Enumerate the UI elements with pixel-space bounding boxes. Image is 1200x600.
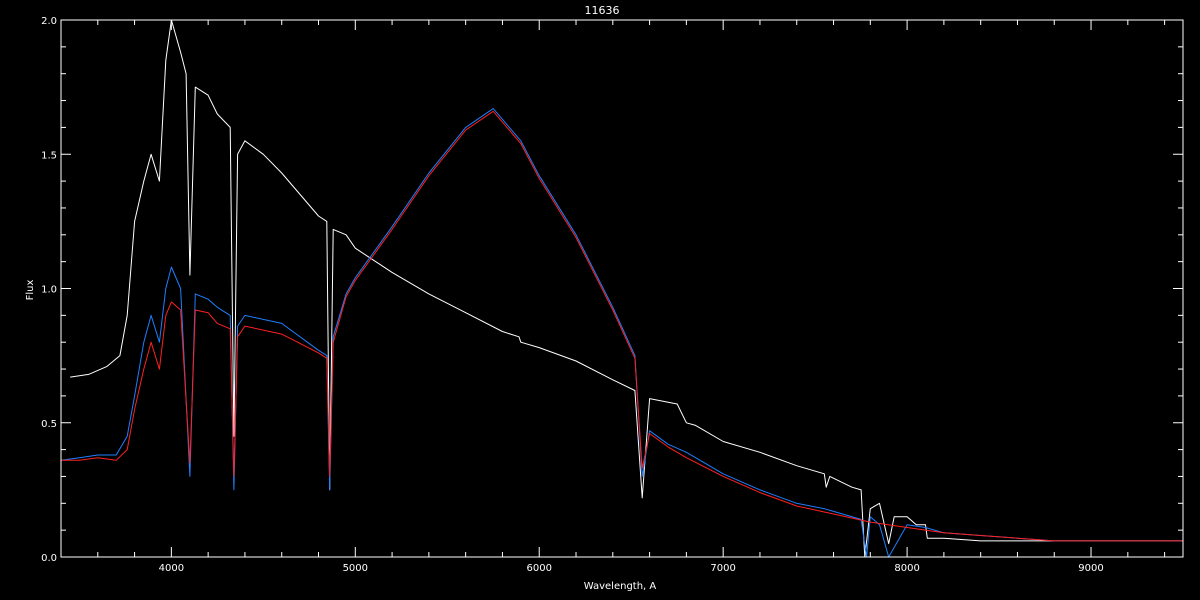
spectrum-chart: 11636 4000 5000 6000 7000 8000 9000 0.0 0.5 1.0 1…	[0, 0, 1200, 600]
y-tick-label: 0.5	[41, 419, 57, 430]
chart-title: 11636	[585, 4, 620, 17]
x-axis-title: Wavelength, A	[584, 581, 657, 592]
y-tick-label: 2.0	[41, 16, 57, 27]
chart-background	[0, 0, 1200, 600]
x-tick-label: 9000	[1078, 563, 1103, 574]
y-tick-label: 1.0	[41, 285, 57, 296]
x-tick-label: 4000	[159, 563, 184, 574]
y-tick-label: 1.5	[41, 150, 57, 161]
x-tick-label: 7000	[710, 563, 735, 574]
x-tick-label: 6000	[527, 563, 552, 574]
y-tick-label: 0.0	[41, 553, 57, 564]
y-axis-title: Flux	[25, 280, 36, 301]
x-tick-label: 8000	[894, 563, 919, 574]
x-tick-label: 5000	[343, 563, 368, 574]
